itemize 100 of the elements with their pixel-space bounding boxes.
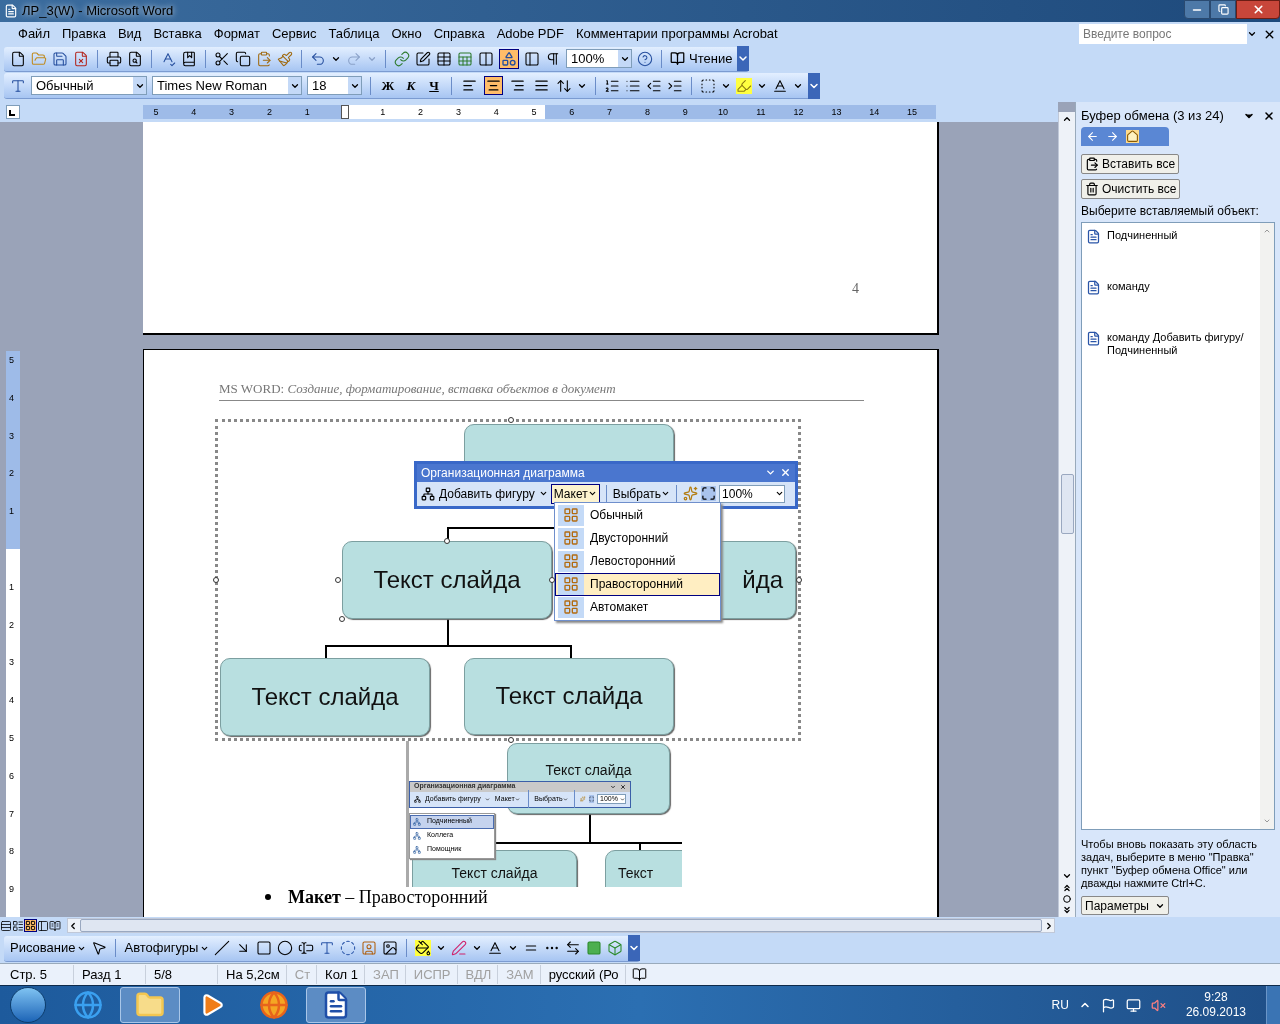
help-field[interactable]: Введите вопрос bbox=[1079, 24, 1247, 44]
volume-muted-icon[interactable] bbox=[1150, 997, 1166, 1013]
select-button[interactable]: Выбрать bbox=[612, 484, 671, 503]
line-spacing-icon[interactable] bbox=[556, 77, 572, 94]
insert-table-icon[interactable] bbox=[436, 50, 452, 67]
menu-item[interactable]: Двусторонний bbox=[555, 526, 720, 550]
toolbar-options-icon[interactable] bbox=[808, 72, 820, 99]
pointer-icon[interactable] bbox=[91, 940, 108, 956]
diagram-icon[interactable] bbox=[340, 940, 357, 956]
menu-item[interactable]: Таблица bbox=[322, 24, 386, 44]
menu-item[interactable]: Файл bbox=[12, 24, 56, 44]
clear-all-button[interactable]: Очистить все bbox=[1081, 179, 1181, 199]
columns-icon[interactable] bbox=[478, 50, 494, 67]
selection-handle[interactable] bbox=[213, 576, 219, 583]
caret-icon[interactable] bbox=[508, 943, 519, 953]
paste-icon[interactable] bbox=[256, 50, 272, 67]
cut-icon[interactable] bbox=[214, 50, 230, 67]
clipboard-item[interactable]: команду bbox=[1086, 280, 1260, 295]
zoom-field[interactable]: 100% bbox=[719, 484, 786, 503]
menu-item[interactable]: Сервис bbox=[265, 24, 323, 44]
autoshapes-button[interactable]: Автофигуры bbox=[124, 938, 210, 958]
browse-object-icon[interactable] bbox=[1063, 895, 1071, 903]
styles-icon[interactable] bbox=[10, 77, 26, 94]
scroll-left-icon[interactable] bbox=[68, 920, 78, 931]
clipboard-item[interactable]: Подчиненный bbox=[1086, 229, 1260, 244]
line-icon[interactable] bbox=[214, 940, 231, 956]
menu-item[interactable]: Окно bbox=[385, 24, 428, 44]
menu-item[interactable]: Правосторонний bbox=[555, 572, 720, 596]
rectangle-icon[interactable] bbox=[256, 940, 273, 956]
options-button[interactable]: Параметры bbox=[1081, 896, 1169, 915]
undo-icon[interactable] bbox=[310, 50, 326, 67]
add-shape-button[interactable]: Добавить фигуру bbox=[421, 484, 548, 503]
three-d-icon[interactable] bbox=[607, 940, 624, 956]
restore-button[interactable] bbox=[1210, 0, 1236, 19]
menu-item[interactable]: Левосторонний bbox=[555, 549, 720, 573]
align-button[interactable] bbox=[484, 76, 503, 95]
back-icon[interactable] bbox=[1086, 130, 1099, 143]
fit-icon[interactable] bbox=[701, 486, 717, 501]
fill-color-icon[interactable] bbox=[415, 940, 432, 956]
menu-item[interactable]: Обычный bbox=[555, 503, 720, 527]
selection-handle[interactable] bbox=[508, 416, 514, 423]
picture-icon[interactable] bbox=[382, 940, 399, 956]
menu-item[interactable]: Правка bbox=[55, 24, 112, 44]
caret-icon[interactable] bbox=[436, 943, 447, 953]
oval-icon[interactable] bbox=[277, 940, 294, 956]
tables-borders-icon[interactable] bbox=[415, 50, 431, 67]
reading-view-icon[interactable] bbox=[49, 919, 61, 932]
scroll-up-icon[interactable] bbox=[1062, 114, 1072, 124]
arrow-style-icon[interactable] bbox=[565, 940, 582, 956]
language-indicator[interactable]: RU bbox=[1051, 996, 1069, 1014]
print-icon[interactable] bbox=[106, 50, 122, 67]
previous-page-icon[interactable] bbox=[1062, 883, 1072, 893]
menu-item[interactable]: Формат bbox=[207, 24, 266, 44]
network-icon[interactable] bbox=[1125, 997, 1141, 1013]
menu-item[interactable]: Вставка bbox=[147, 24, 208, 44]
flag-icon[interactable] bbox=[1100, 997, 1116, 1013]
forward-icon[interactable] bbox=[1106, 130, 1119, 143]
close-button[interactable] bbox=[1236, 0, 1280, 19]
spreadsheet-icon[interactable] bbox=[457, 50, 473, 67]
hyperlink-icon[interactable] bbox=[394, 50, 410, 67]
scroll-down-icon[interactable] bbox=[1062, 871, 1072, 881]
next-page-icon[interactable] bbox=[1062, 905, 1072, 915]
menu-item[interactable]: Справка bbox=[427, 24, 491, 44]
zoom-field[interactable]: 100% bbox=[566, 49, 632, 68]
menu-item[interactable]: Комментарии программы Acrobat bbox=[569, 24, 784, 44]
font-color-icon[interactable] bbox=[772, 77, 788, 94]
start-button[interactable] bbox=[10, 987, 46, 1023]
highlighter-icon[interactable] bbox=[736, 77, 752, 94]
new-document-icon[interactable] bbox=[10, 50, 26, 67]
outline-view-icon[interactable] bbox=[37, 919, 49, 932]
layout-button[interactable]: Макет bbox=[550, 483, 600, 504]
text-box-icon[interactable] bbox=[298, 940, 315, 956]
numbered-list-icon[interactable] bbox=[604, 77, 620, 94]
pilcrow-icon[interactable] bbox=[545, 50, 561, 67]
underline-button[interactable]: Ч bbox=[425, 75, 443, 96]
web-view-icon[interactable] bbox=[12, 919, 24, 932]
toolbar-options-icon[interactable] bbox=[737, 46, 750, 71]
line-color-icon[interactable] bbox=[451, 940, 468, 956]
menu-item[interactable]: Вид bbox=[111, 24, 148, 44]
copy-icon[interactable] bbox=[235, 50, 251, 67]
tab-selector[interactable] bbox=[5, 105, 20, 119]
clipboard-item[interactable]: команду Добавить фигуру/Подчиненный bbox=[1086, 331, 1260, 357]
taskbar-button[interactable] bbox=[306, 987, 366, 1023]
drawing-menu-button[interactable]: Рисование bbox=[10, 938, 87, 958]
document-map-icon[interactable] bbox=[524, 50, 540, 67]
selection-handle[interactable] bbox=[335, 576, 341, 583]
clock[interactable]: 9:28 26.09.2013 bbox=[1185, 990, 1246, 1020]
selection-handle[interactable] bbox=[339, 615, 345, 622]
diagram-canvas[interactable]: Организационная диаграмма Добавить фигуру Макет Выбрать 100% Текст слайда Обычный Двусторонний Левосторонний Правосторонний Автомакет йда Текст слайда Текст слайда bbox=[215, 418, 801, 741]
home-icon[interactable] bbox=[1126, 130, 1139, 143]
help-icon[interactable] bbox=[637, 50, 653, 67]
print-preview-icon[interactable] bbox=[127, 50, 143, 67]
format-painter-icon[interactable] bbox=[277, 50, 293, 67]
borders-icon[interactable] bbox=[700, 77, 716, 94]
caret-icon[interactable] bbox=[1247, 29, 1257, 39]
scroll-right-icon[interactable] bbox=[1044, 920, 1054, 931]
indent-marker[interactable] bbox=[341, 105, 349, 119]
close-icon[interactable] bbox=[620, 783, 626, 790]
reading-button[interactable]: Чтение bbox=[670, 48, 733, 69]
spelling-icon[interactable] bbox=[160, 50, 176, 67]
